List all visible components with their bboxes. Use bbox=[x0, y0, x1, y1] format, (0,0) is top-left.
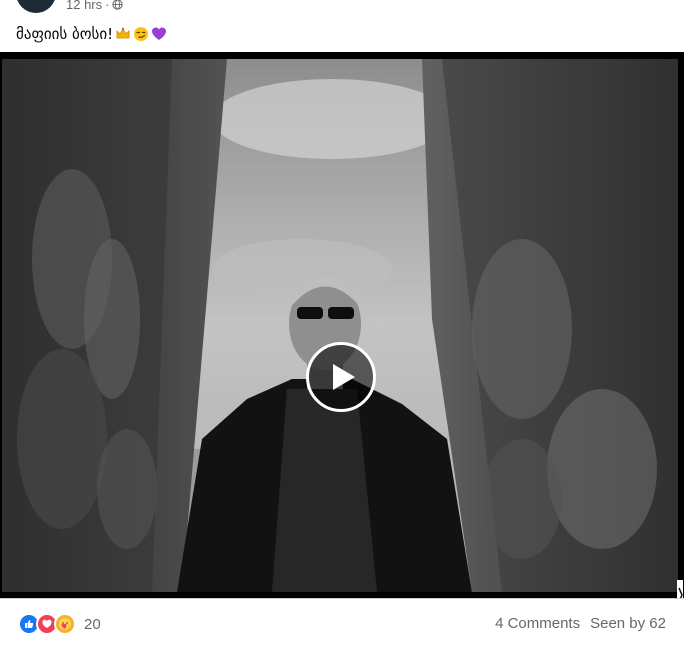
reactions-summary[interactable]: 20 bbox=[18, 613, 101, 635]
crown-emoji-icon bbox=[116, 27, 130, 39]
comments-link[interactable]: 4 Comments bbox=[495, 615, 580, 632]
post-caption: მაფიის ბოსი! bbox=[16, 25, 167, 43]
reaction-count[interactable]: 20 bbox=[84, 616, 101, 633]
caption-text: მაფიის ბოსი! bbox=[16, 25, 114, 43]
engagement-stats: 4 Comments Seen by 62 bbox=[495, 615, 666, 632]
play-button[interactable] bbox=[306, 342, 376, 412]
play-icon bbox=[332, 364, 355, 390]
avatar[interactable] bbox=[16, 0, 56, 13]
video-frame[interactable] bbox=[2, 59, 678, 592]
care-icon bbox=[54, 613, 76, 635]
video-player[interactable] bbox=[0, 52, 684, 610]
smirk-emoji-icon bbox=[134, 27, 149, 41]
seen-by-link[interactable]: Seen by 62 bbox=[590, 615, 666, 632]
video-thumbnail bbox=[2, 59, 678, 592]
purple-heart-emoji-icon bbox=[152, 27, 167, 40]
meta-separator: · bbox=[105, 0, 110, 12]
post-time[interactable]: 12 hrs bbox=[66, 0, 102, 12]
post-meta: 12 hrs · bbox=[66, 0, 124, 12]
globe-icon bbox=[112, 0, 124, 10]
post-footer: 20 4 Comments Seen by 62 bbox=[0, 598, 684, 645]
